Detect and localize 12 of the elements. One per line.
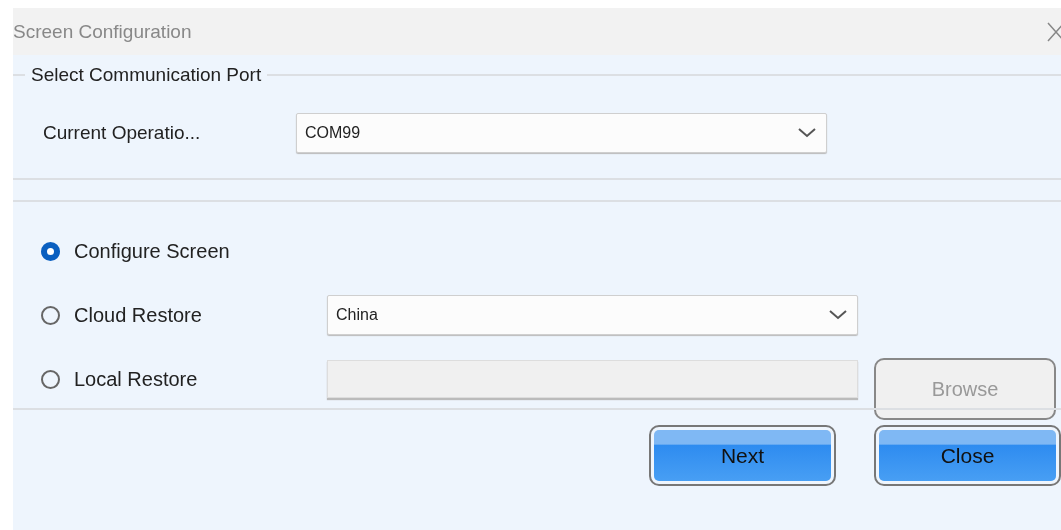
close-button[interactable]: Close bbox=[874, 425, 1061, 486]
group-title: Select Communication Port bbox=[30, 64, 263, 86]
next-button[interactable]: Next bbox=[649, 425, 836, 486]
caret-icon bbox=[829, 310, 847, 320]
field-label: Current Operatio... bbox=[42, 122, 202, 144]
caret-icon bbox=[798, 128, 816, 138]
radio-option[interactable]: Configure Screen bbox=[41, 239, 327, 263]
region-dropdown[interactable]: China bbox=[327, 295, 858, 335]
close-icon[interactable] bbox=[1047, 21, 1061, 42]
radio-option[interactable]: Cloud Restore bbox=[41, 303, 327, 327]
port-dropdown[interactable]: COM99 bbox=[296, 113, 827, 153]
window-title: Screen Configuration bbox=[13, 20, 192, 43]
